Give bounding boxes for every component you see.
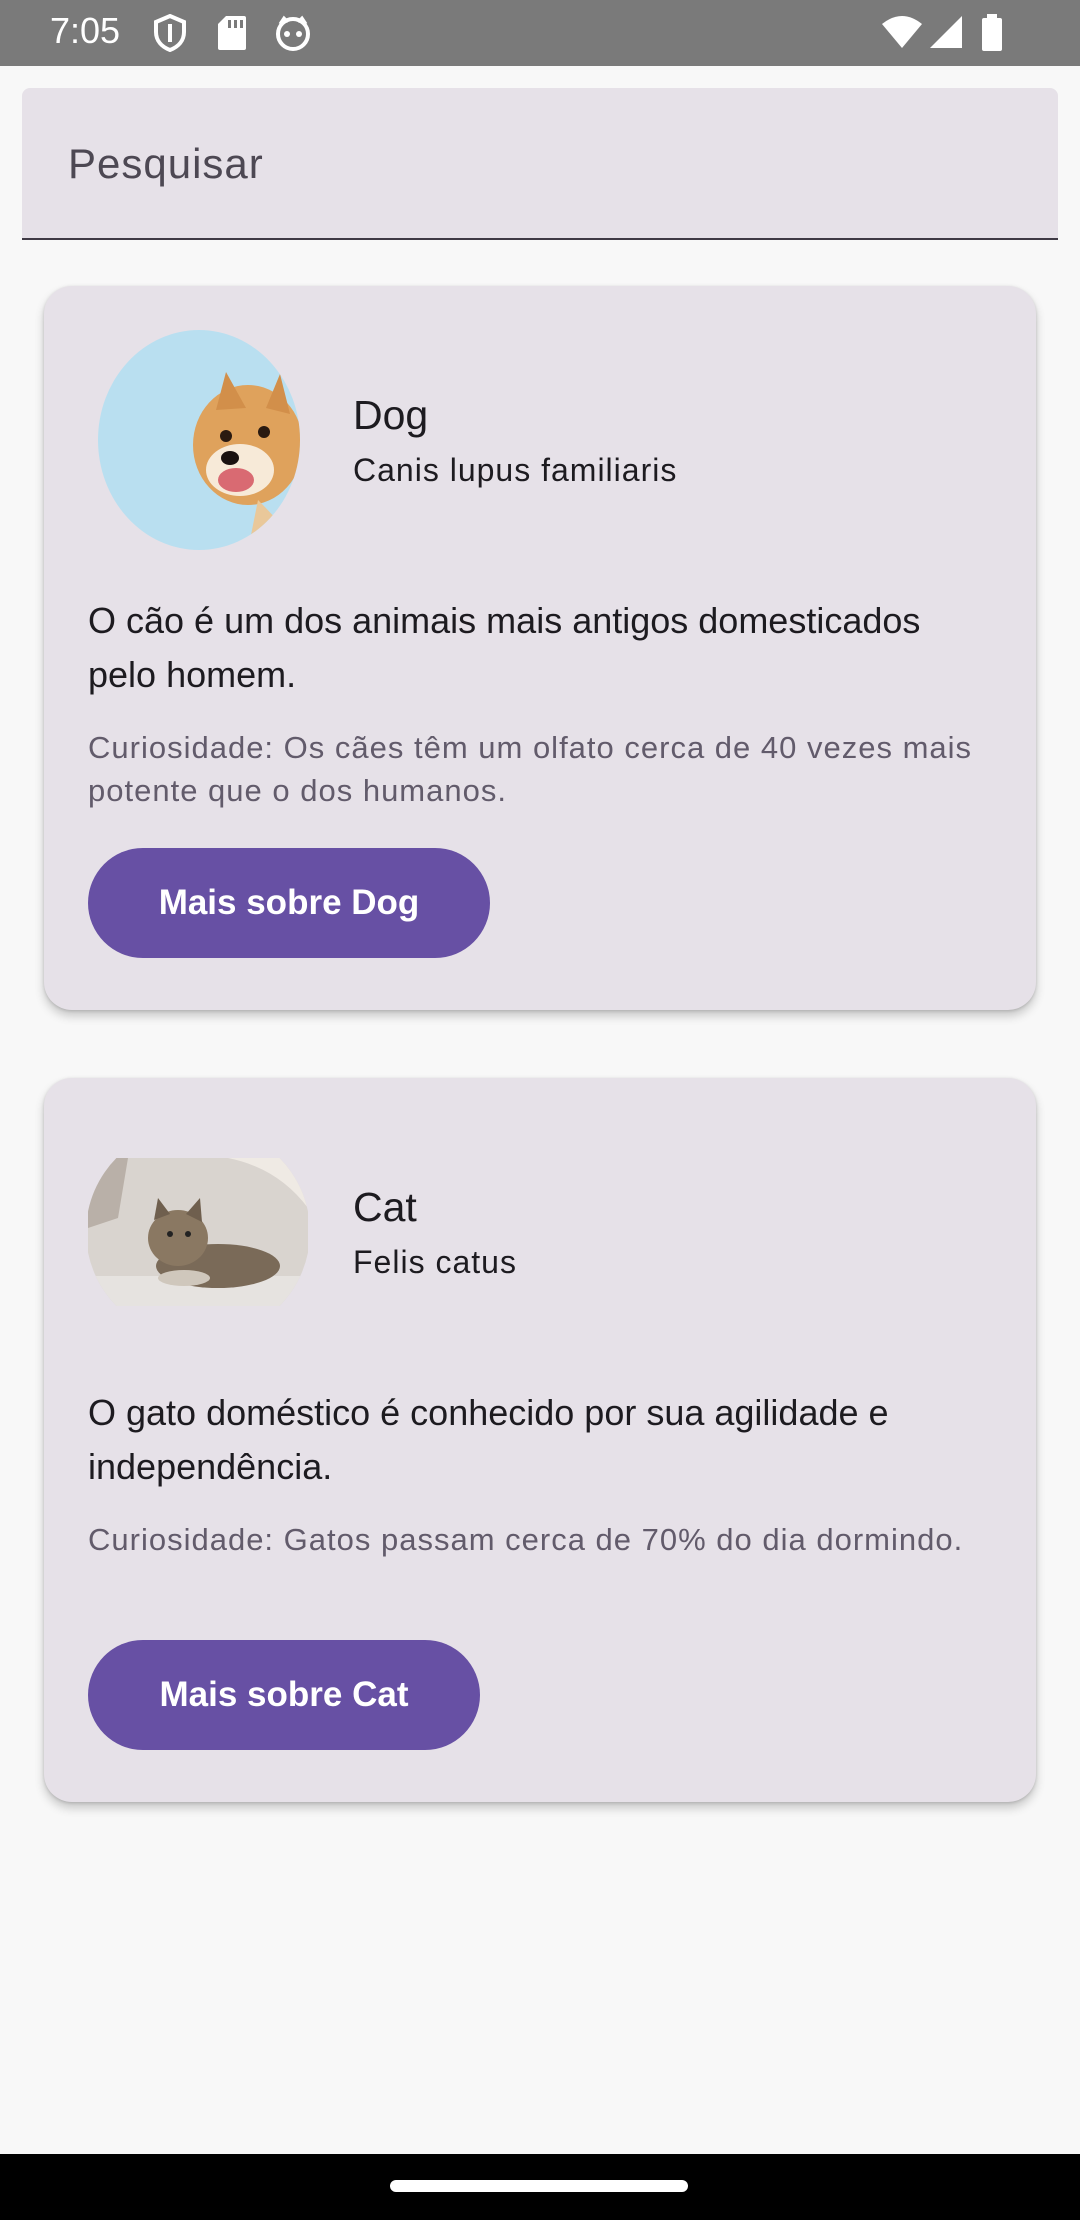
search-field[interactable]: Pesquisar: [22, 88, 1058, 240]
cat-image: [88, 1158, 308, 1306]
more-about-dog-button[interactable]: Mais sobre Dog: [88, 848, 490, 958]
card-subtitle-cat: Felis catus: [353, 1244, 517, 1280]
shield-icon: [152, 13, 188, 57]
battery-icon: [980, 14, 1004, 57]
card-title-cat: Cat: [353, 1184, 417, 1230]
status-time: 7:05: [50, 10, 121, 51]
card-description-cat: O gato doméstico é conhecido por sua agi…: [88, 1392, 889, 1487]
card-curiosity-cat: Curiosidade: Gatos passam cerca de 70% d…: [88, 1522, 964, 1557]
search-placeholder: Pesquisar: [68, 140, 264, 187]
home-indicator[interactable]: [390, 2180, 688, 2192]
cat-face-icon: [274, 14, 312, 57]
card-subtitle-dog: Canis lupus familiaris: [353, 452, 678, 488]
card-title-dog: Dog: [353, 392, 429, 438]
card-description-dog: O cão é um dos animais mais antigos dome…: [88, 600, 921, 695]
wifi-icon: [880, 14, 924, 55]
animal-card-dog: Dog Canis lupus familiaris O cão é um do…: [44, 286, 1036, 1010]
signal-icon: [928, 14, 964, 55]
more-about-cat-button[interactable]: Mais sobre Cat: [88, 1640, 480, 1750]
dog-image: [98, 330, 300, 550]
status-bar: 7:05: [0, 0, 1080, 66]
card-curiosity-dog: Curiosidade: Os cães têm um olfato cerca…: [88, 730, 973, 808]
sd-card-icon: [216, 14, 248, 57]
animal-card-cat: Cat Felis catus O gato doméstico é conhe…: [44, 1078, 1036, 1802]
